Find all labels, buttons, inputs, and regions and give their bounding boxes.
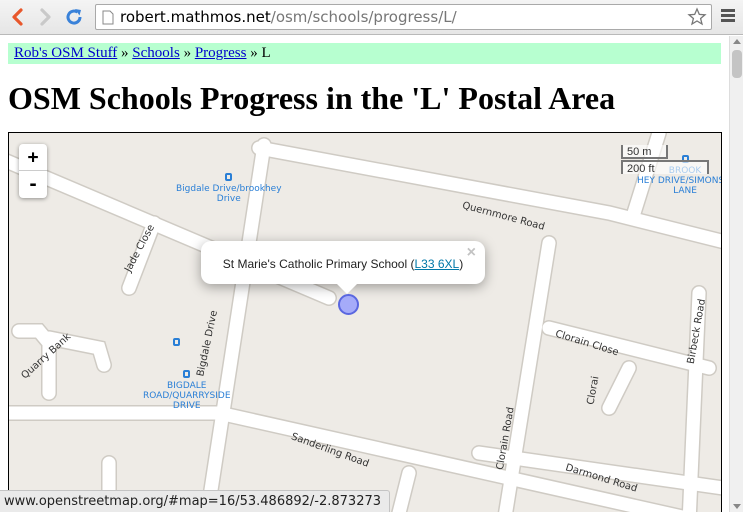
bus-icon xyxy=(173,338,180,346)
bus-stop-label: ROAD/QUARRYSIDE xyxy=(143,391,231,401)
zoom-control: + - xyxy=(19,144,47,198)
menu-button[interactable] xyxy=(719,7,737,27)
zoom-out-button[interactable]: - xyxy=(19,171,47,198)
map-popup: St Marie's Catholic Primary School (L33 … xyxy=(201,241,485,284)
breadcrumb-separator: » xyxy=(121,45,129,61)
bookmark-star-icon[interactable] xyxy=(687,7,707,27)
scroll-down-arrow-icon[interactable] xyxy=(733,504,741,509)
reload-button[interactable] xyxy=(62,5,86,29)
url-text: robert.mathmos.net/osm/schools/progress/… xyxy=(120,8,457,26)
scale-metric: 50 m xyxy=(621,145,668,159)
bus-stop-marker-small[interactable] xyxy=(173,338,180,349)
school-marker[interactable] xyxy=(338,294,359,315)
forward-arrow-icon xyxy=(40,8,51,26)
zoom-in-button[interactable]: + xyxy=(19,144,47,171)
breadcrumb-link-schools[interactable]: Schools xyxy=(132,45,180,61)
popup-postcode-link[interactable]: L33 6XL xyxy=(414,257,459,271)
forward-button[interactable] xyxy=(34,5,58,29)
reload-icon xyxy=(66,9,82,25)
popup-school-name: St Marie's Catholic Primary School ( xyxy=(222,257,415,271)
breadcrumb-separator: » xyxy=(183,45,192,61)
page-icon xyxy=(102,10,114,25)
bus-stop-label: Bigdale Drive/brookhey xyxy=(176,184,282,194)
popup-tip xyxy=(335,282,359,294)
bus-stop-label: DRIVE xyxy=(172,401,201,411)
address-bar[interactable]: robert.mathmos.net/osm/schools/progress/… xyxy=(95,4,712,30)
map-roads xyxy=(9,133,721,512)
bus-stop-label: HEY DRIVE/SIMONSW xyxy=(637,176,721,186)
back-arrow-icon xyxy=(12,8,23,26)
status-bar-url: www.openstreetmap.org/#map=16/53.486892/… xyxy=(0,490,391,512)
popup-close-button[interactable]: × xyxy=(467,244,476,262)
vertical-scrollbar[interactable] xyxy=(729,36,743,512)
scroll-up-arrow-icon[interactable] xyxy=(733,39,741,44)
bus-icon xyxy=(225,173,233,181)
breadcrumb: Rob's OSM Stuff » Schools » Progress » L xyxy=(8,43,721,64)
bus-stop-brookhey[interactable]: Bigdale Drive/brookhey Drive xyxy=(176,173,282,204)
scale-imperial: 200 ft xyxy=(621,160,709,175)
popup-text-suffix: ) xyxy=(459,257,464,271)
breadcrumb-separator: » xyxy=(250,45,258,61)
bus-stop-quarryside[interactable]: BIGDALE ROAD/QUARRYSIDE DRIVE xyxy=(143,370,231,411)
browser-toolbar: robert.mathmos.net/osm/schools/progress/… xyxy=(0,0,743,35)
breadcrumb-current: L xyxy=(261,45,271,61)
map-view[interactable]: Quernmore Road Jade Close Quarry Bank Bi… xyxy=(8,132,722,512)
url-path: /osm/schools/progress/L/ xyxy=(270,8,457,26)
bus-stop-label: LANE xyxy=(673,186,697,196)
page-title: OSM Schools Progress in the 'L' Postal A… xyxy=(8,80,616,116)
bus-stop-label: BIGDALE xyxy=(167,381,207,391)
scrollbar-thumb[interactable] xyxy=(732,50,742,78)
breadcrumb-link-home[interactable]: Rob's OSM Stuff xyxy=(14,45,117,61)
bus-stop-label: Drive xyxy=(216,194,241,204)
url-host: robert.mathmos.net xyxy=(120,8,271,26)
back-button[interactable] xyxy=(5,5,29,29)
breadcrumb-link-progress[interactable]: Progress xyxy=(195,45,247,61)
bus-icon xyxy=(183,370,191,378)
